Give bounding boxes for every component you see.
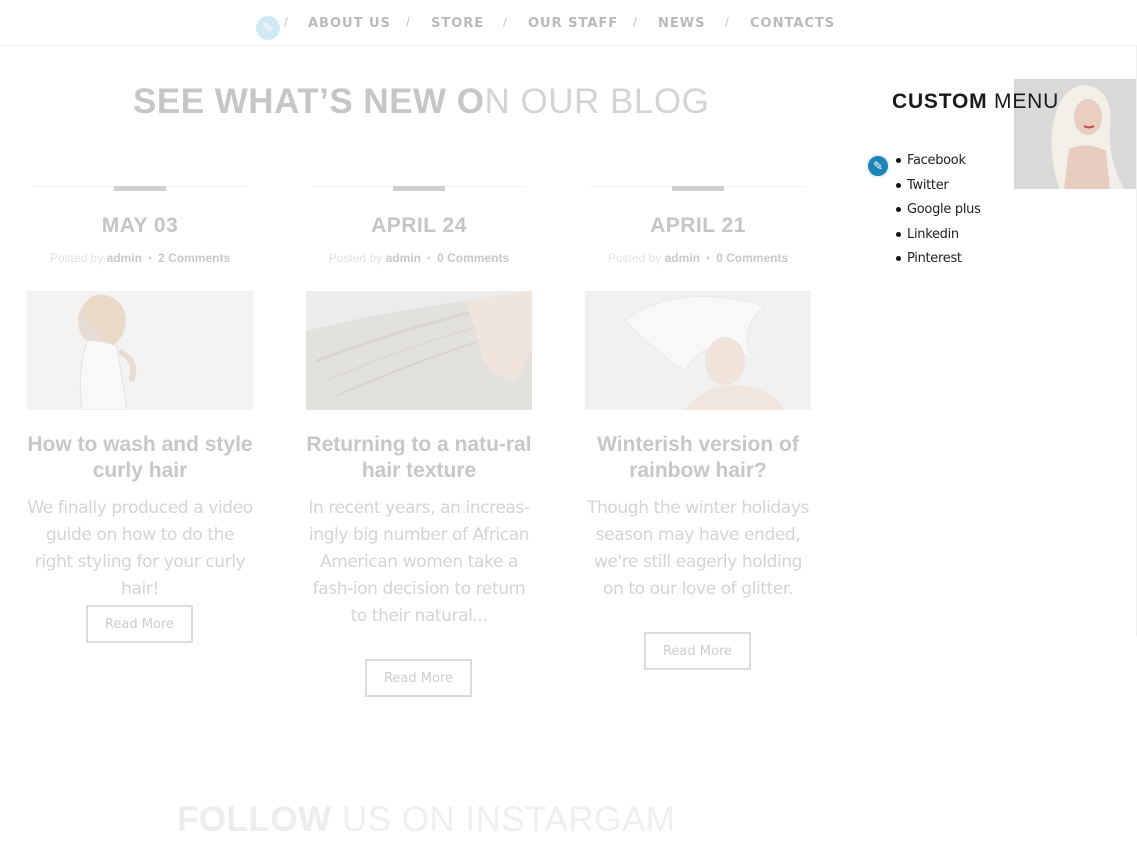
nav-item-about-us[interactable]: ABOUT US: [308, 16, 391, 31]
post-thumbnail-image[interactable]: [27, 291, 253, 410]
nav-separator: /: [284, 14, 288, 30]
nav-separator: /: [406, 14, 410, 30]
nav-separator: /: [503, 14, 507, 30]
nav-separator: /: [633, 14, 637, 30]
read-more-button[interactable]: Read More: [86, 605, 193, 643]
post-thumbnail-illustration: [585, 291, 811, 410]
read-more-button[interactable]: Read More: [644, 632, 751, 670]
post-meta-label: Posted by: [328, 251, 383, 265]
post-meta-label: Posted by: [49, 251, 104, 265]
blog-title-light: N OUR BLOG: [484, 82, 710, 121]
blog-section-title: SEE WHAT’S NEW ON OUR BLOG: [133, 82, 709, 122]
blog-title-strong: SEE WHAT’S NEW O: [133, 82, 485, 121]
post-comments-link[interactable]: 0 Comments: [437, 251, 509, 265]
nav-item-our-staff[interactable]: OUR STAFF: [528, 16, 618, 31]
post-thumbnail-illustration: [27, 291, 253, 410]
nav-divider: [0, 45, 1137, 46]
post-date: APRIL 21: [650, 214, 746, 237]
nav-item-news[interactable]: NEWS: [658, 16, 705, 31]
nav-item-store[interactable]: STORE: [431, 16, 484, 31]
menu-item-google-plus[interactable]: Google plus: [896, 201, 981, 226]
post-author-link[interactable]: admin: [386, 251, 421, 265]
menu-item-linkedin[interactable]: Linkedin: [896, 226, 981, 251]
instagram-section-title: FOLLOW US ON INSTARGAM: [177, 800, 675, 840]
post-author-link[interactable]: admin: [107, 251, 142, 265]
post-divider-accent: [672, 186, 724, 191]
meta-dot: •: [147, 251, 153, 265]
post-meta-label: Posted by: [607, 251, 662, 265]
menu-item-facebook[interactable]: Facebook: [896, 152, 981, 177]
menu-item-twitter[interactable]: Twitter: [896, 177, 981, 202]
custom-menu-list: Facebook Twitter Google plus Linkedin Pi…: [896, 152, 981, 275]
post-meta: Posted by admin • 0 Comments: [306, 251, 532, 265]
post-meta: Posted by admin • 0 Comments: [585, 251, 811, 265]
widget-title-light: MENU: [987, 90, 1060, 113]
post-thumbnail-image[interactable]: [306, 291, 532, 410]
post-thumbnail-image[interactable]: [585, 291, 811, 410]
post-title-link[interactable]: How to wash and style curly hair: [27, 432, 253, 484]
post-date: MAY 03: [101, 214, 179, 237]
meta-dot: •: [426, 251, 432, 265]
post-excerpt: We finally produced a video guide on how…: [27, 498, 253, 599]
post-divider-accent: [114, 186, 166, 191]
post-author-link[interactable]: admin: [665, 251, 700, 265]
menu-item-pinterest[interactable]: Pinterest: [896, 250, 981, 275]
post-title-link[interactable]: Winterish version of rainbow hair?: [585, 432, 811, 484]
widget-title-strong: CUSTOM: [892, 90, 988, 113]
post-excerpt: Though the winter holidays season may ha…: [587, 498, 809, 599]
read-more-button[interactable]: Read More: [365, 659, 472, 697]
post-meta: Posted by admin • 2 Comments: [27, 251, 253, 265]
instagram-title-strong: FOLLOW: [177, 800, 332, 839]
nav-separator: /: [725, 14, 729, 30]
meta-dot: •: [705, 251, 711, 265]
nav-item-contacts[interactable]: CONTACTS: [750, 16, 835, 31]
post-comments-link[interactable]: 0 Comments: [716, 251, 788, 265]
post-comments-link[interactable]: 2 Comments: [158, 251, 230, 265]
top-navigation: ✎ / ABOUT US / STORE / OUR STAFF / NEWS …: [0, 0, 1137, 45]
nav-edit-pencil-icon[interactable]: ✎: [256, 16, 280, 40]
instagram-title-light: US ON INSTARGAM: [331, 800, 676, 839]
post-date: APRIL 24: [371, 214, 467, 237]
post-title-link[interactable]: Returning to a natu-ral hair texture: [306, 432, 532, 484]
post-divider-accent: [393, 186, 445, 191]
widget-edit-pencil-icon[interactable]: ✎: [866, 154, 890, 178]
post-excerpt: In recent years, an increas-ingly big nu…: [308, 498, 530, 626]
post-thumbnail-illustration: [306, 291, 532, 410]
widget-title: CUSTOM MENU: [892, 90, 1059, 114]
